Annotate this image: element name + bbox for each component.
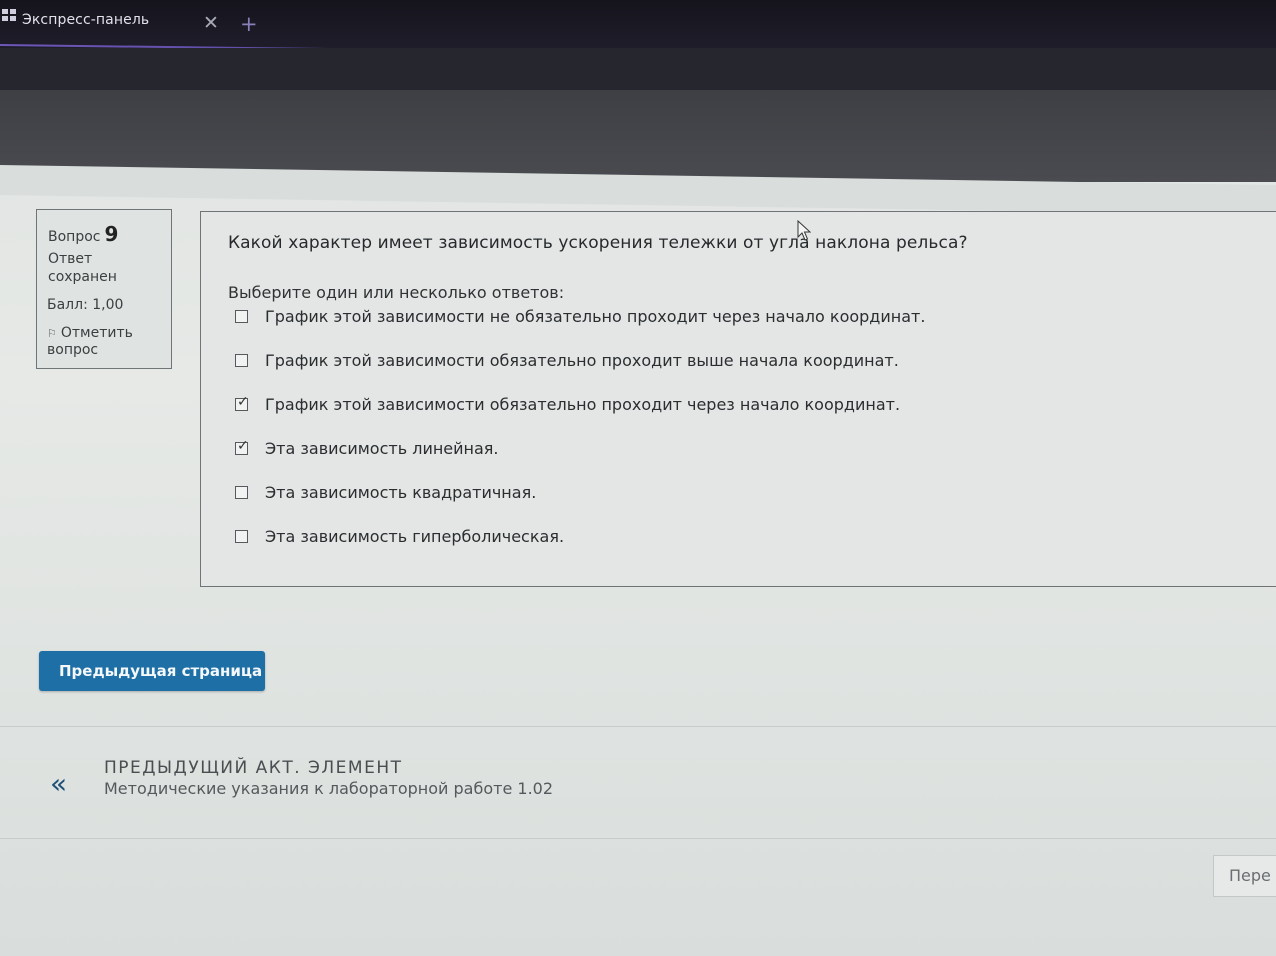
question-number-row: Вопрос 9 (48, 222, 118, 246)
previous-page-button[interactable]: Предыдущая страница (39, 651, 265, 691)
divider (0, 726, 1276, 727)
browser-tab[interactable]: Экспресс-панель ✕ (0, 0, 232, 44)
question-text: Какой характер имеет зависимость ускорен… (228, 233, 968, 253)
question-label: Вопрос (48, 229, 101, 245)
answer-status: Ответ сохранен (48, 251, 117, 285)
question-info-box: Вопрос 9 Ответ сохранен Балл: 1,00 ⚐ Отмет… (36, 209, 172, 369)
flag-icon: ⚐ (47, 327, 57, 340)
checkmark-icon: ✓ (237, 394, 249, 410)
answer-prompt: Выберите один или несколько ответов: (228, 283, 565, 302)
answer-checkbox[interactable] (235, 354, 248, 367)
mouse-cursor-icon (797, 220, 811, 241)
answer-option-label: Эта зависимость линейная. (265, 439, 499, 458)
answer-option-label: График этой зависимости обязательно прох… (265, 351, 899, 370)
answer-option-label: График этой зависимости обязательно прох… (265, 395, 901, 414)
browser-tab-bar: Экспресс-панель ✕ + (0, 0, 1276, 62)
divider (0, 838, 1276, 839)
answer-checkbox[interactable]: ✓ (235, 438, 249, 455)
flag-question-link[interactable]: ⚐ Отметить вопрос (47, 325, 167, 359)
flag-question-label: Отметить вопрос (47, 325, 133, 358)
tab-title: Экспресс-панель (22, 12, 150, 28)
next-activity-button[interactable]: Пере (1213, 855, 1276, 897)
close-tab-icon[interactable]: ✕ (203, 14, 219, 33)
question-number: 9 (104, 222, 119, 246)
answer-checkbox[interactable]: ✓ (235, 394, 249, 411)
answer-checkbox[interactable] (235, 530, 248, 543)
checkmark-icon: ✓ (237, 438, 249, 454)
double-chevron-left-icon: « (50, 767, 68, 800)
answer-checkbox[interactable] (235, 310, 248, 323)
new-tab-icon[interactable]: + (240, 14, 258, 35)
question-score: Балл: 1,00 (47, 297, 124, 313)
speed-dial-icon (2, 9, 16, 21)
answer-option-label: График этой зависимости не обязательно п… (265, 307, 926, 326)
answer-option-label: Эта зависимость квадратичная. (265, 483, 537, 502)
previous-activity-title: Методические указания к лабораторной раб… (104, 779, 554, 798)
browser-toolbar (0, 48, 1276, 90)
answer-checkbox[interactable] (235, 486, 248, 499)
question-box: Какой характер имеет зависимость ускорен… (200, 211, 1276, 587)
previous-activity-link[interactable]: « ПРЕДЫДУЩИЙ АКТ. ЭЛЕМЕНТ Методические у… (50, 756, 650, 816)
answer-option-label: Эта зависимость гиперболическая. (265, 527, 565, 546)
previous-activity-heading: ПРЕДЫДУЩИЙ АКТ. ЭЛЕМЕНТ (104, 758, 403, 778)
